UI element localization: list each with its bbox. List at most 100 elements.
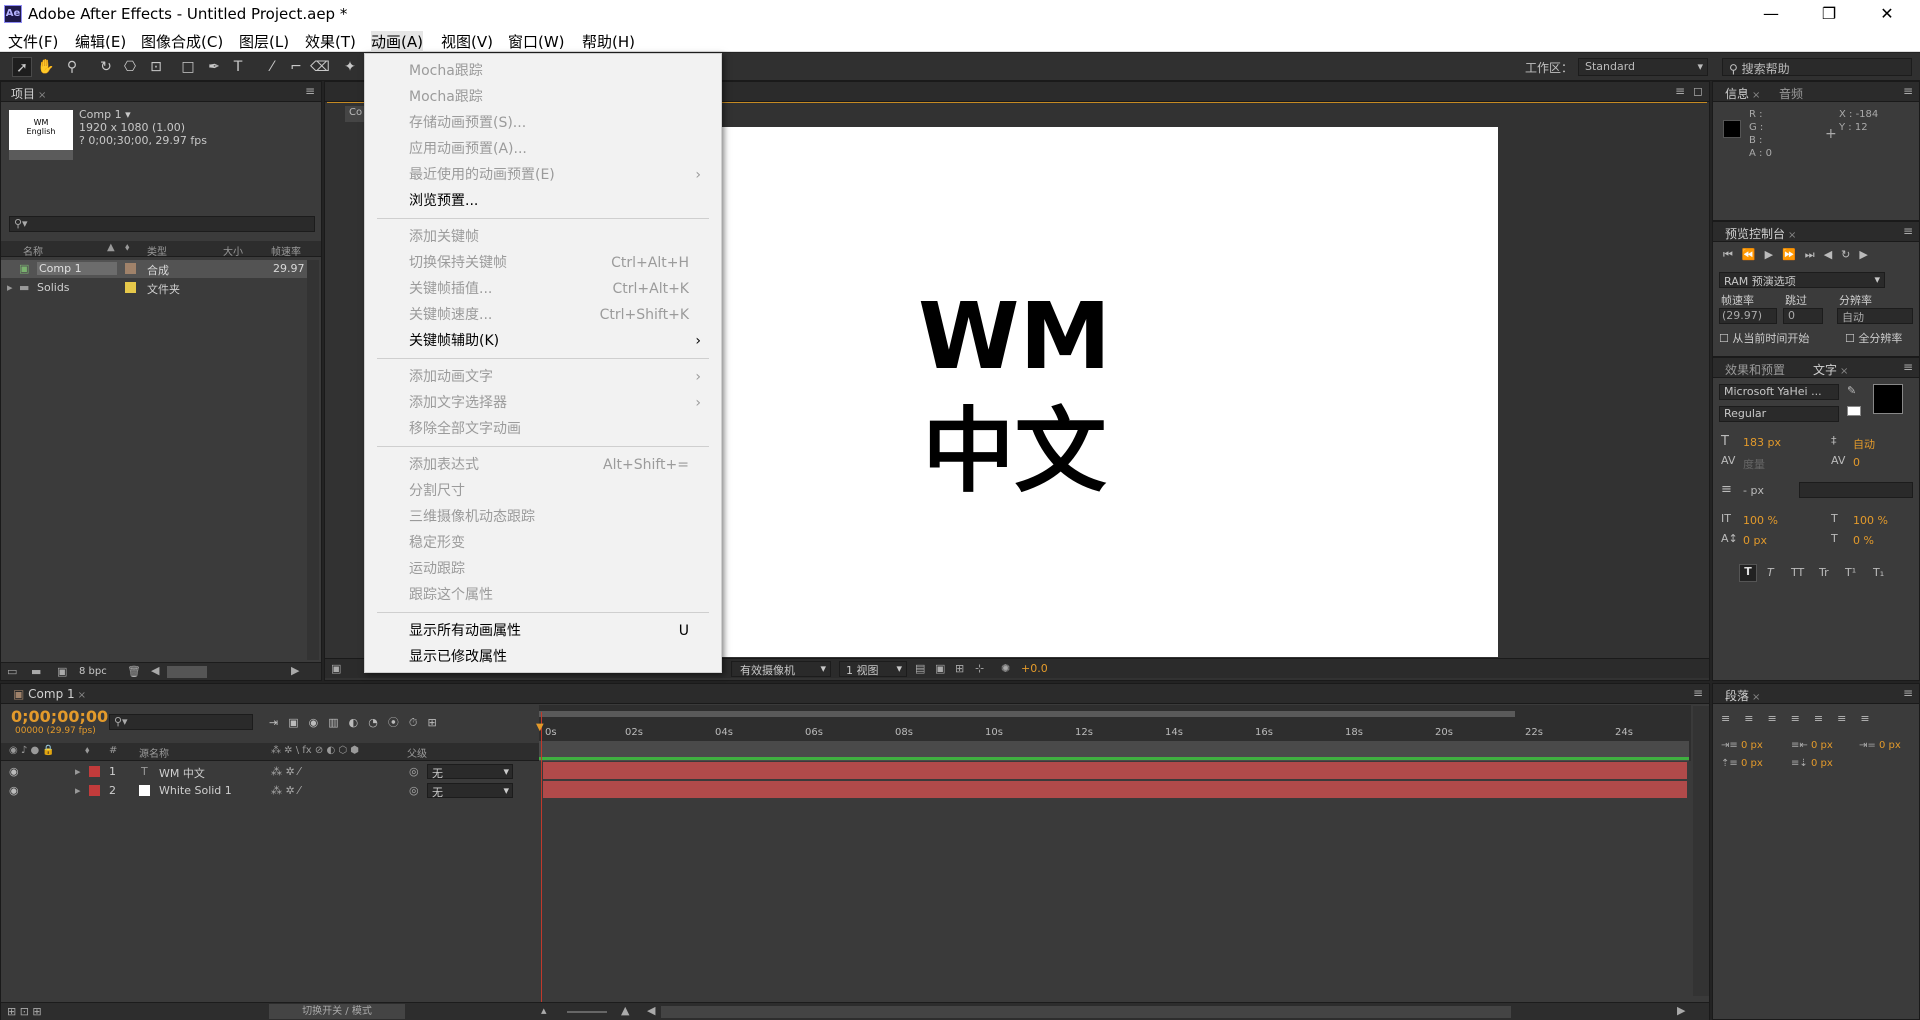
menu-window[interactable]: 窗口(W): [508, 31, 565, 52]
layer-name[interactable]: White Solid 1: [159, 784, 232, 797]
toggle-mask-icon[interactable]: ▣: [935, 662, 945, 675]
tab-audio[interactable]: 音频: [1779, 85, 1803, 102]
last-frame-icon[interactable]: ⏭: [1805, 248, 1824, 261]
menu-help[interactable]: 帮助(H): [582, 31, 635, 52]
col-fps[interactable]: 帧速率: [271, 243, 301, 258]
menu-item-reveal-animated-properties[interactable]: 显示所有动画属性 U: [365, 618, 721, 644]
comp-name[interactable]: Comp 1 ▾: [79, 108, 131, 121]
menu-composition[interactable]: 图像合成(C): [141, 31, 223, 52]
parent-select[interactable]: 无 ▾: [427, 764, 513, 780]
brush-tool-icon[interactable]: ⁄: [262, 57, 282, 77]
eraser-tool-icon[interactable]: ⌫: [310, 57, 330, 77]
flowchart-icon[interactable]: ⊹: [975, 662, 984, 675]
puppet-tool-icon[interactable]: ✦: [340, 57, 360, 77]
col-size[interactable]: 大小: [223, 243, 243, 258]
layer-search-input[interactable]: ⚲▾: [109, 714, 253, 730]
panel-menu-icon[interactable]: ≡: [1903, 224, 1913, 238]
camera-tool-icon[interactable]: ⎔: [120, 57, 140, 77]
motion-blur-icon[interactable]: ◐: [349, 716, 369, 729]
stroke-width-value[interactable]: - px: [1743, 484, 1764, 497]
font-size-value[interactable]: 183 px: [1743, 436, 1781, 449]
hide-shy-icon[interactable]: ◉: [309, 716, 329, 729]
composition-canvas[interactable]: WM 中文: [722, 127, 1498, 657]
close-button[interactable]: ✕: [1864, 0, 1910, 28]
loop-icon[interactable]: ↻: [1841, 248, 1859, 261]
expand-arrow-icon[interactable]: ▸: [75, 765, 81, 778]
render-icon[interactable]: ⊞: [427, 716, 446, 729]
panel-close-icon[interactable]: ◻: [1693, 84, 1703, 98]
exposure-icon[interactable]: ✺: [1001, 662, 1010, 675]
layer-name[interactable]: WM 中文: [159, 765, 205, 781]
camera-select[interactable]: 有效摄像机 ▾: [731, 661, 831, 677]
toggle-switches-modes-button[interactable]: 切换开关 / 模式: [269, 1004, 405, 1019]
panel-menu-icon[interactable]: ≡: [1903, 84, 1913, 98]
scroll-right-icon[interactable]: ▶: [1677, 1004, 1685, 1017]
current-time-indicator[interactable]: [541, 712, 542, 1002]
hand-tool-icon[interactable]: ✋: [36, 57, 56, 77]
selection-tool-icon[interactable]: ➚: [12, 57, 32, 77]
interpret-footage-icon[interactable]: ▭: [7, 665, 17, 678]
source-name-column[interactable]: 源名称: [139, 745, 169, 760]
col-name[interactable]: 名称: [23, 243, 43, 258]
space-after-value[interactable]: 0 px: [1811, 758, 1833, 769]
justify-last-center-icon[interactable]: ≡: [1814, 712, 1837, 725]
faux-italic-toggle[interactable]: T: [1767, 566, 1774, 579]
frame-rate-select[interactable]: (29.97): [1719, 308, 1777, 324]
horizontal-scroll-thumb[interactable]: [661, 1006, 1511, 1018]
skip-select[interactable]: 0: [1783, 308, 1823, 324]
layer-row-2[interactable]: ◉ ▸ 2 White Solid 1 ⁂ ✲ ⁄ ◎ 无 ▾: [1, 781, 539, 800]
brainstorm-icon[interactable]: ⦿: [388, 716, 409, 729]
menu-edit[interactable]: 编辑(E): [75, 31, 126, 52]
justify-all-icon[interactable]: ≡: [1860, 712, 1883, 725]
help-search-input[interactable]: ⚲ 搜索帮助: [1722, 58, 1912, 76]
scroll-right-icon[interactable]: ▶: [291, 664, 299, 677]
expand-arrow-icon[interactable]: ▸: [75, 784, 81, 797]
maximize-button[interactable]: ❐: [1806, 0, 1852, 28]
bpc-toggle[interactable]: 8 bpc: [79, 666, 107, 677]
current-timecode[interactable]: 0;00;00;00: [11, 707, 108, 726]
tab-effects-presets[interactable]: 效果和预置: [1725, 361, 1785, 378]
align-right-icon[interactable]: ≡: [1767, 712, 1790, 725]
project-search-input[interactable]: ⚲▾: [9, 216, 315, 232]
frame-blending-icon[interactable]: ▥: [328, 716, 348, 729]
stopwatch-icon[interactable]: ⏱: [409, 716, 428, 729]
horizontal-scroll-thumb[interactable]: [167, 666, 207, 678]
justify-last-left-icon[interactable]: ≡: [1791, 712, 1814, 725]
prev-frame-icon[interactable]: ⏪: [1742, 248, 1765, 261]
menu-effect[interactable]: 效果(T): [305, 31, 356, 52]
ram-preview-icon[interactable]: ▶: [1859, 248, 1876, 261]
pickwhip-icon[interactable]: ◎: [409, 765, 419, 778]
expand-arrow-icon[interactable]: ▸: [7, 281, 13, 294]
parent-select[interactable]: 无 ▾: [427, 783, 513, 799]
first-frame-icon[interactable]: ⏮: [1723, 248, 1742, 261]
justify-last-right-icon[interactable]: ≡: [1837, 712, 1860, 725]
next-frame-icon[interactable]: ⏩: [1782, 248, 1805, 261]
mute-icon[interactable]: ◀: [1824, 248, 1841, 261]
layer-switches[interactable]: ⁂ ✲ ⁄: [271, 784, 300, 797]
playhead-marker-icon[interactable]: ▼: [536, 722, 544, 733]
new-comp-icon[interactable]: ▣: [57, 665, 67, 678]
superscript-toggle[interactable]: T¹: [1845, 566, 1856, 579]
work-area-bar[interactable]: [539, 711, 1515, 717]
menu-item-keyframe-assistant[interactable]: 关键帧辅助(K) ›: [365, 328, 721, 354]
tsume-value[interactable]: 0 %: [1853, 534, 1874, 547]
layer-switches[interactable]: ⁂ ✲ ⁄: [271, 765, 300, 778]
indent-left-value[interactable]: 0 px: [1741, 740, 1763, 751]
menu-item-reveal-modified-properties[interactable]: 显示已修改属性: [365, 644, 721, 670]
full-screen-checkbox[interactable]: ☐ 全分辨率: [1845, 330, 1902, 346]
project-item-solids[interactable]: ▸ ▬ Solids 文件夹: [1, 279, 311, 297]
pen-tool-icon[interactable]: ✒: [204, 57, 224, 77]
scroll-left-icon[interactable]: ◀: [151, 664, 159, 677]
panel-menu-icon[interactable]: ≡: [1903, 686, 1913, 700]
space-before-value[interactable]: 0 px: [1741, 758, 1763, 769]
zoom-in-icon[interactable]: ▲: [621, 1004, 629, 1017]
toggle-transparency-icon[interactable]: ⊞: [955, 662, 964, 675]
all-caps-toggle[interactable]: TT: [1791, 566, 1804, 579]
panel-menu-icon[interactable]: ≡: [1903, 360, 1913, 374]
zoom-slider[interactable]: [567, 1011, 607, 1013]
panel-menu-icon[interactable]: ≡: [1693, 686, 1703, 700]
scroll-left-icon[interactable]: ◀: [647, 1004, 655, 1017]
exposure-value[interactable]: +0.0: [1021, 662, 1048, 675]
small-caps-toggle[interactable]: Tr: [1819, 566, 1829, 579]
ram-preview-options-select[interactable]: RAM 预演选项 ▾: [1719, 272, 1885, 288]
